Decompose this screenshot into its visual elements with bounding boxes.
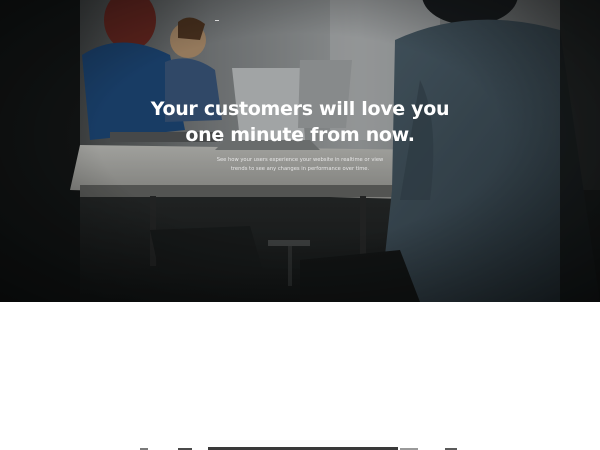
next-section-image-top — [140, 447, 457, 450]
hero-dark-overlay — [0, 0, 600, 302]
hero-subtext-line2: trends to see any changes in performance… — [230, 166, 370, 172]
hero-subtext: See how your users experience your websi… — [0, 156, 600, 174]
content-section — [0, 302, 600, 450]
hero-headline: Your customers will love you one minute … — [0, 96, 600, 148]
hero-section: Your customers will love you one minute … — [0, 0, 600, 302]
hero-headline-line1: Your customers will love you — [150, 98, 450, 120]
nav-indicator — [215, 20, 219, 21]
hero-headline-line2: one minute from now. — [185, 124, 415, 146]
hero-subtext-line1: See how your users experience your websi… — [216, 157, 384, 163]
